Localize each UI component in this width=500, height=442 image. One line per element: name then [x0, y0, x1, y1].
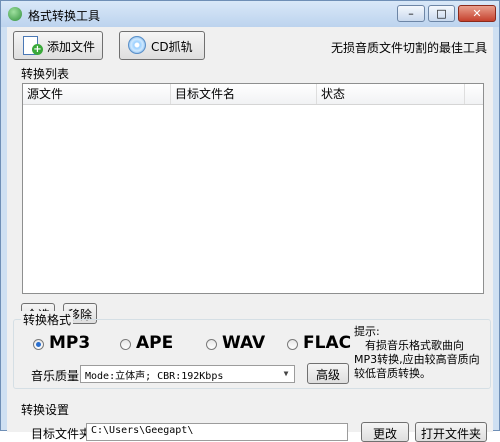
- maximize-button[interactable]: □: [428, 5, 455, 22]
- quality-value: Mode:立体声; CBR:192Kbps: [85, 371, 224, 382]
- column-target-name[interactable]: 目标文件名: [171, 84, 317, 104]
- cd-disc-icon: [128, 36, 146, 54]
- radio-ape-label: APE: [136, 333, 174, 353]
- hint-body: 有损音乐格式歌曲向MP3转换,应由较高音质向较低音质转换。: [354, 339, 480, 380]
- minimize-button[interactable]: –: [397, 5, 425, 22]
- app-logo-icon: [8, 7, 22, 21]
- close-button[interactable]: ✕: [458, 5, 496, 22]
- plus-icon: +: [32, 44, 43, 55]
- add-file-label: 添加文件: [47, 40, 96, 54]
- open-folder-label: 打开文件夹: [420, 427, 481, 441]
- close-icon: ✕: [472, 7, 482, 20]
- maximize-icon: □: [436, 7, 447, 20]
- column-status[interactable]: 状态: [317, 84, 465, 104]
- settings-section-label: 转换设置: [21, 403, 70, 417]
- radio-flac-label: FLAC: [303, 333, 352, 353]
- cd-rip-label: CD抓轨: [151, 40, 193, 54]
- format-section-label: 转换格式: [21, 311, 74, 328]
- window-title: 格式转换工具: [28, 9, 101, 23]
- radio-wav-label: WAV: [222, 333, 266, 353]
- add-file-button[interactable]: + 添加文件: [13, 31, 103, 60]
- app-window: 格式转换工具 – □ ✕ + 添加文件 CD抓轨 无损音质文件切割的最佳工具 转…: [0, 0, 500, 442]
- conversion-list[interactable]: 源文件 目标文件名 状态: [22, 83, 484, 294]
- radio-dot-icon: [33, 339, 44, 350]
- change-folder-button[interactable]: 更改: [361, 422, 409, 442]
- advanced-label: 高级: [315, 368, 340, 382]
- minimize-icon: –: [408, 7, 414, 20]
- target-folder-input[interactable]: C:\Users\Geegapt\: [86, 423, 348, 441]
- radio-dot-icon: [120, 339, 131, 350]
- target-folder-label: 目标文件夹: [31, 427, 92, 441]
- column-source-file[interactable]: 源文件: [23, 84, 171, 104]
- change-folder-label: 更改: [372, 427, 397, 441]
- quality-label: 音乐质量: [31, 369, 80, 383]
- radio-mp3-label: MP3: [49, 333, 91, 353]
- open-folder-button[interactable]: 打开文件夹: [415, 422, 487, 442]
- tagline-text: 无损音质文件切割的最佳工具: [331, 41, 488, 55]
- advanced-button[interactable]: 高级: [307, 363, 349, 384]
- radio-dot-icon: [287, 339, 298, 350]
- conversion-list-label: 转换列表: [21, 67, 70, 81]
- list-header: 源文件 目标文件名 状态: [23, 84, 483, 105]
- radio-dot-icon: [206, 339, 217, 350]
- hint-box: 提示: 有损音乐格式歌曲向MP3转换,应由较高音质向较低音质转换。: [354, 325, 486, 381]
- quality-select[interactable]: Mode:立体声; CBR:192Kbps ▼: [80, 365, 295, 383]
- chevron-down-icon: ▼: [283, 369, 289, 378]
- client-area: + 添加文件 CD抓轨 无损音质文件切割的最佳工具 转换列表 源文件 目标文件名…: [7, 27, 493, 442]
- hint-title: 提示:: [354, 325, 380, 338]
- cd-rip-button[interactable]: CD抓轨: [119, 31, 205, 60]
- title-bar[interactable]: 格式转换工具 – □ ✕: [1, 1, 499, 27]
